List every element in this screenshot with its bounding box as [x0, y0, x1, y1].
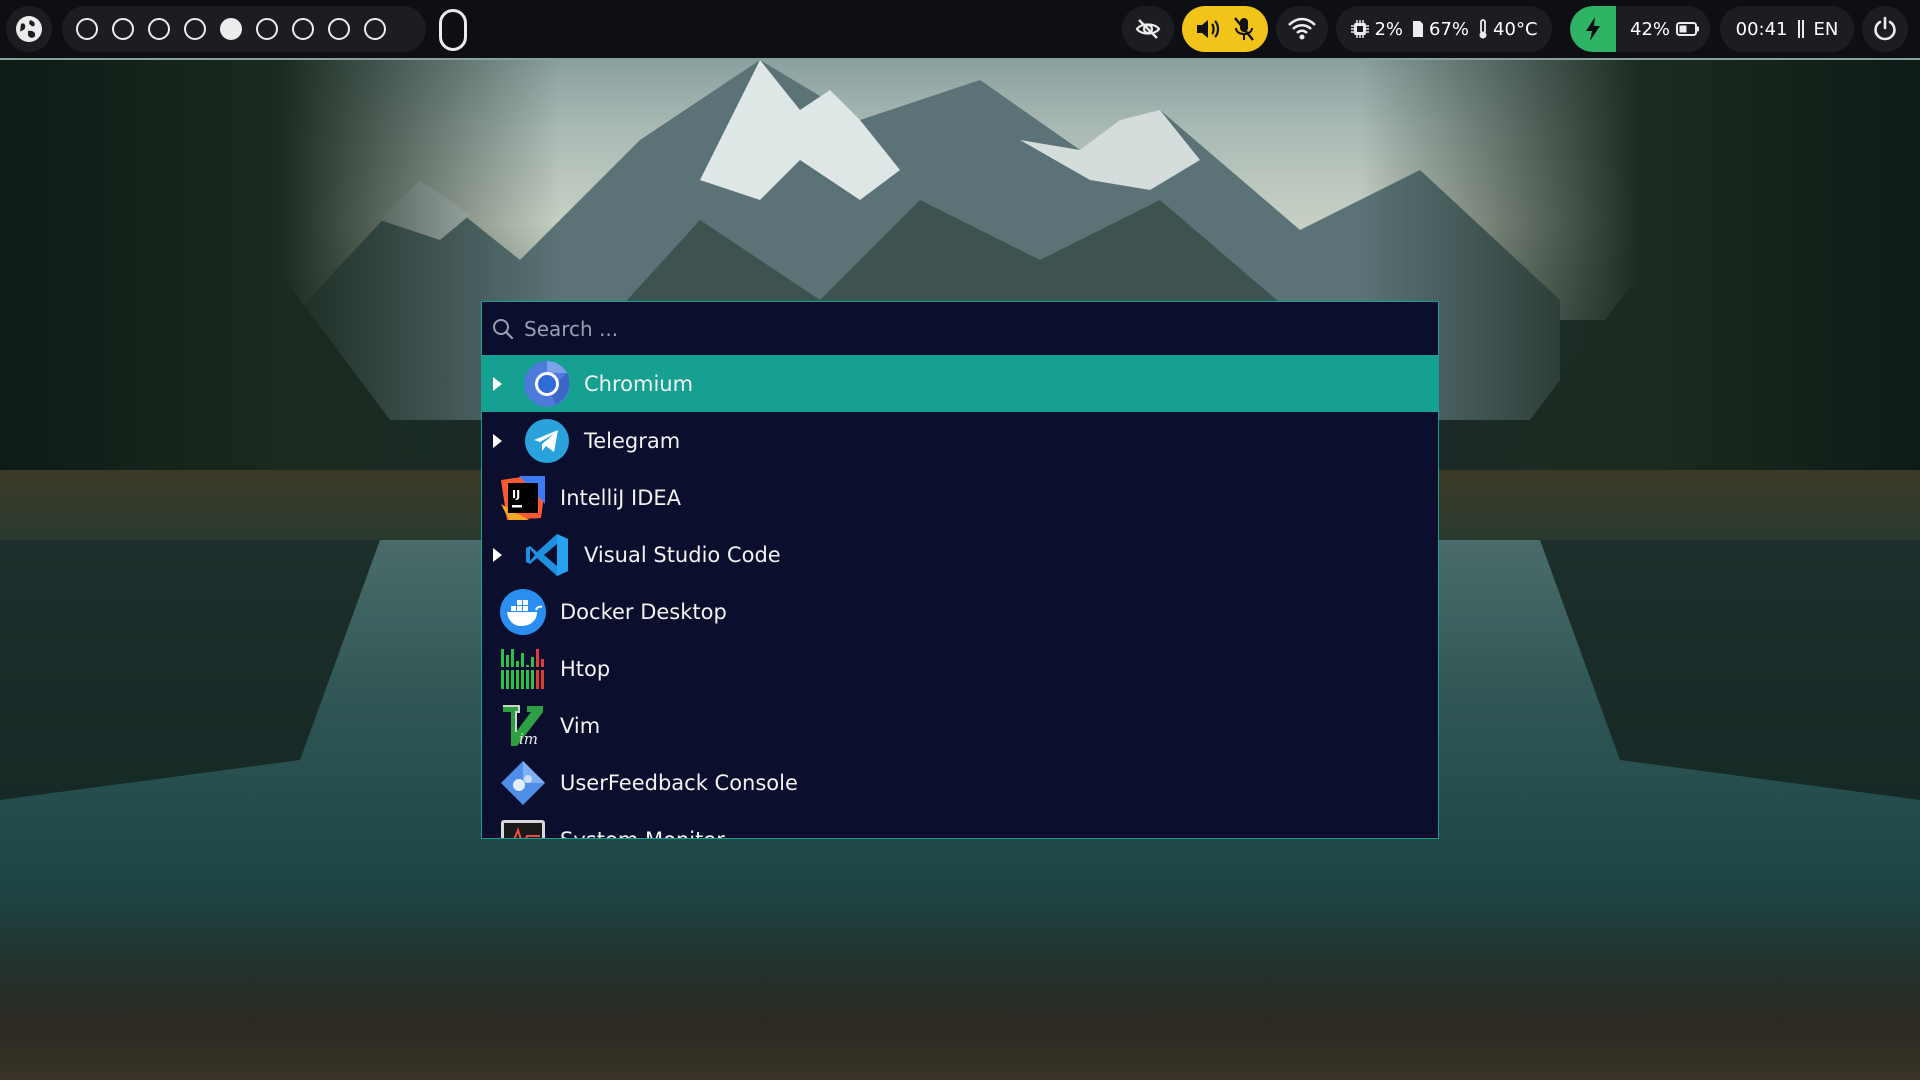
chromium-icon	[523, 360, 571, 408]
userfeedback-icon	[499, 759, 547, 807]
expand-arrow-icon[interactable]	[493, 376, 502, 391]
app-item-label: Htop	[560, 656, 611, 681]
clock-time: 00:41	[1735, 18, 1788, 40]
memory-icon	[1413, 21, 1424, 37]
workspace-2[interactable]	[112, 18, 134, 40]
telegram-icon	[523, 417, 571, 465]
wifi-status[interactable]	[1276, 6, 1328, 52]
cpu-value: 2%	[1374, 18, 1404, 40]
battery-widget[interactable]: 42%	[1570, 6, 1710, 52]
battery-status: 42%	[1616, 6, 1710, 52]
launcher-search	[482, 302, 1438, 355]
mic-muted-icon[interactable]	[1232, 15, 1256, 43]
temperature-stat: 40°C	[1477, 18, 1538, 40]
app-item[interactable]: Visual Studio Code	[482, 526, 1438, 583]
app-item[interactable]: IJ IntelliJ IDEA	[482, 469, 1438, 526]
app-item[interactable]: UserFeedback Console	[482, 754, 1438, 811]
clock-widget[interactable]: 00:41 EN	[1720, 6, 1854, 52]
app-item[interactable]: im Vim	[482, 697, 1438, 754]
app-item[interactable]: Docker Desktop	[482, 583, 1438, 640]
app-item-label: UserFeedback Console	[560, 770, 798, 795]
workspace-3[interactable]	[148, 18, 170, 40]
app-item-label: Telegram	[584, 428, 681, 453]
system-monitor-icon	[499, 816, 547, 838]
workspace-1[interactable]	[76, 18, 98, 40]
search-icon	[493, 318, 514, 339]
workspace-4[interactable]	[184, 18, 206, 40]
docker-icon	[499, 588, 547, 636]
battery-icon	[1676, 22, 1700, 36]
volume-icon[interactable]	[1194, 16, 1222, 42]
expand-arrow-icon[interactable]	[493, 547, 502, 562]
audio-controls	[1182, 6, 1268, 52]
temperature-value: 40°C	[1493, 18, 1538, 40]
workspace-6[interactable]	[256, 18, 278, 40]
vscode-icon	[523, 531, 571, 579]
workspace-5[interactable]	[220, 18, 242, 40]
battery-value: 42%	[1630, 18, 1671, 40]
power-icon	[1874, 16, 1896, 41]
workspace-8[interactable]	[328, 18, 350, 40]
power-button[interactable]	[1862, 6, 1908, 52]
app-item-label: Docker Desktop	[560, 599, 727, 624]
pause-icon	[1797, 20, 1804, 38]
thermometer-icon	[1479, 19, 1487, 39]
cpu-stat: 2%	[1350, 19, 1403, 40]
cpu-icon	[1351, 20, 1370, 38]
app-item[interactable]: Htop	[482, 640, 1438, 697]
system-stats[interactable]: 2% 67% 40°C	[1336, 6, 1552, 52]
search-input[interactable]	[514, 302, 1438, 355]
intellij-icon: IJ	[499, 474, 547, 522]
app-item-label: IntelliJ IDEA	[560, 485, 682, 510]
app-item-label: Visual Studio Code	[584, 542, 781, 567]
tablet-mode-icon[interactable]	[439, 9, 467, 51]
workspace-switcher	[62, 6, 426, 52]
wifi-icon	[1288, 17, 1316, 40]
app-item-label: Vim	[560, 713, 601, 738]
app-list: Chromium Telegram IJ IntelliJ IDEA Visual St…	[482, 355, 1438, 839]
app-item[interactable]: Chromium	[482, 355, 1438, 412]
app-launcher: Chromium Telegram IJ IntelliJ IDEA Visual St…	[481, 301, 1439, 839]
svg-text:im: im	[519, 730, 538, 748]
globe-icon	[16, 16, 42, 42]
lightning-icon	[1586, 17, 1600, 41]
top-bar: 2% 67% 40°C 42% 00:41 EN	[0, 0, 1920, 58]
privacy-toggle[interactable]	[1122, 6, 1174, 52]
memory-stat: 67%	[1411, 19, 1469, 40]
wallpaper-foreground	[0, 900, 1920, 1080]
workspace-7[interactable]	[292, 18, 314, 40]
svg-text:IJ: IJ	[512, 488, 520, 501]
launcher-button[interactable]	[6, 6, 52, 52]
keyboard-language: EN	[1813, 18, 1839, 40]
app-item[interactable]: System Monitor	[482, 811, 1438, 839]
workspace-9[interactable]	[364, 18, 386, 40]
eye-off-icon	[1135, 19, 1161, 39]
htop-icon	[499, 644, 547, 693]
app-item-label: System Monitor	[560, 828, 725, 839]
app-item[interactable]: Telegram	[482, 412, 1438, 469]
expand-arrow-icon[interactable]	[493, 433, 502, 448]
memory-value: 67%	[1429, 18, 1470, 40]
vim-icon: im	[499, 702, 547, 750]
charging-indicator	[1570, 6, 1616, 52]
app-item-label: Chromium	[584, 371, 694, 396]
